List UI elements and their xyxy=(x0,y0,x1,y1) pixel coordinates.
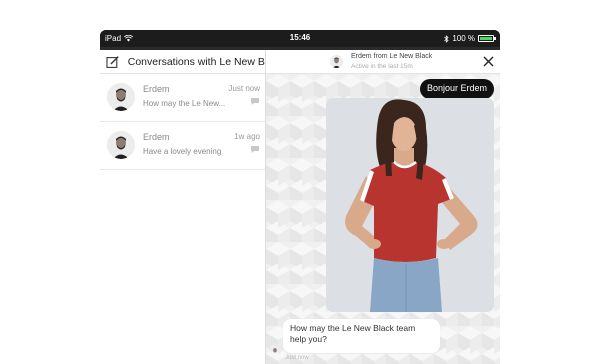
sender-avatar xyxy=(270,343,280,353)
avatar xyxy=(107,131,135,159)
chat-contact-status: Active in the last 15m xyxy=(351,63,413,70)
chat-contact-name: Erdem from Le New Black xyxy=(351,53,433,60)
conversation-preview: How may the Le New... xyxy=(143,99,226,108)
status-bar: iPad 15:46 100 % xyxy=(100,30,500,47)
conversation-item[interactable]: Erdem 1w ago Have a lovely evening xyxy=(100,122,265,170)
app-window: Conversations with Le New Black Erdem Ju… xyxy=(100,50,500,364)
incoming-message: How may the Le New Black team help you? xyxy=(283,319,440,353)
ipad-frame: iPad 15:46 100 % Conversations with Le N… xyxy=(100,30,500,364)
shared-product-image[interactable] xyxy=(326,98,494,312)
conversation-name: Erdem xyxy=(143,132,170,142)
conversation-time: Just now xyxy=(228,84,260,93)
chat-header: Erdem from Le New Black Active in the la… xyxy=(266,50,500,74)
outgoing-message: Bonjour Erdem xyxy=(419,79,494,99)
battery-fill xyxy=(480,37,492,40)
avatar xyxy=(107,83,135,111)
conversation-name: Erdem xyxy=(143,84,170,94)
battery-percent: 100 % xyxy=(452,34,475,43)
status-time: 15:46 xyxy=(289,33,311,42)
chat-panel: Erdem from Le New Black Active in the la… xyxy=(266,50,500,364)
compose-icon[interactable] xyxy=(106,55,120,69)
conversation-time: 1w ago xyxy=(234,132,260,141)
message-bubble-icon xyxy=(251,146,259,153)
sidebar-header: Conversations with Le New Black xyxy=(100,50,265,74)
bluetooth-icon xyxy=(444,34,449,43)
chat-header-avatar xyxy=(330,55,343,68)
close-icon[interactable] xyxy=(483,56,494,67)
battery-icon xyxy=(478,35,496,42)
sidebar-title: Conversations with Le New Black xyxy=(127,55,265,68)
message-timestamp: Just now xyxy=(285,355,309,361)
conversation-item[interactable]: Erdem Just now How may the Le New... xyxy=(100,74,265,122)
conversation-preview: Have a lovely evening xyxy=(143,147,222,156)
conversation-sidebar: Conversations with Le New Black Erdem Ju… xyxy=(100,50,266,364)
message-bubble-icon xyxy=(251,98,259,105)
